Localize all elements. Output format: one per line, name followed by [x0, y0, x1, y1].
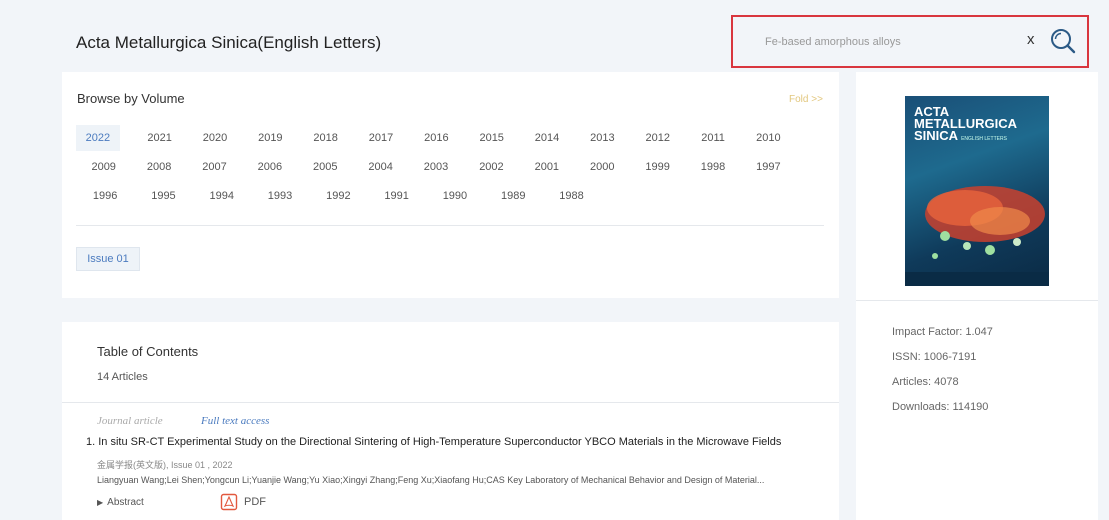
issn: ISSN: 1006-7191 — [892, 351, 977, 363]
articles-count: Articles: 4078 — [892, 376, 959, 388]
article-authors: Liangyuan Wang;Lei Shen;Yongcun Li;Yuanj… — [97, 475, 765, 485]
year-link-1995[interactable]: 1995 — [134, 183, 192, 209]
year-link-1991[interactable]: 1991 — [367, 183, 425, 209]
browse-by-volume-panel: Browse by Volume Fold >> 2022 2021 2020 … — [62, 72, 839, 298]
year-link-2002[interactable]: 2002 — [464, 154, 519, 180]
downloads-count: Downloads: 114190 — [892, 401, 989, 413]
abstract-label: Abstract — [107, 497, 144, 508]
pdf-label: PDF — [244, 496, 266, 508]
year-link-2006[interactable]: 2006 — [242, 154, 297, 180]
caret-right-icon: ▶ — [97, 498, 104, 507]
year-row: 2009 2008 2007 2006 2005 2004 2003 2002 … — [76, 154, 796, 183]
year-link-1993[interactable]: 1993 — [251, 183, 309, 209]
cover-title-word: SINICA — [914, 128, 959, 143]
year-link-2011[interactable]: 2011 — [685, 125, 740, 151]
year-link-2004[interactable]: 2004 — [353, 154, 408, 180]
fold-link[interactable]: Fold >> — [789, 94, 823, 105]
year-link-2005[interactable]: 2005 — [298, 154, 353, 180]
year-link-1994[interactable]: 1994 — [193, 183, 251, 209]
full-text-access-link[interactable]: Full text access — [201, 415, 269, 427]
year-link-2016[interactable]: 2016 — [409, 125, 464, 151]
issue-01-button[interactable]: Issue 01 — [76, 247, 140, 271]
year-link-2013[interactable]: 2013 — [575, 125, 630, 151]
year-link-2009[interactable]: 2009 — [76, 154, 131, 180]
year-link-1992[interactable]: 1992 — [309, 183, 367, 209]
clear-search-button[interactable]: x — [1027, 31, 1035, 48]
cover-subtitle: ENGLISH LETTERS — [961, 136, 1007, 142]
article-title-link[interactable]: 1. In situ SR-CT Experimental Study on t… — [86, 436, 781, 448]
toc-article-count: 14 Articles — [97, 371, 148, 383]
pdf-download-link[interactable]: PDF — [220, 492, 266, 512]
cover-title: ACTA METALLURGICA SINICA ENGLISH LETTERS — [914, 105, 1017, 145]
cover-footer-strip — [905, 272, 1049, 286]
year-link-1999[interactable]: 1999 — [630, 154, 685, 180]
year-link-2012[interactable]: 2012 — [630, 125, 685, 151]
year-link-1997[interactable]: 1997 — [741, 154, 796, 180]
browse-title: Browse by Volume — [77, 91, 185, 106]
year-link-2007[interactable]: 2007 — [187, 154, 242, 180]
year-link-2017[interactable]: 2017 — [353, 125, 408, 151]
year-link-2010[interactable]: 2010 — [741, 125, 796, 151]
year-link-2001[interactable]: 2001 — [519, 154, 574, 180]
year-link-2019[interactable]: 2019 — [243, 125, 298, 151]
divider — [62, 402, 839, 403]
article-type: Journal article — [97, 415, 163, 427]
year-link-2008[interactable]: 2008 — [131, 154, 186, 180]
year-link-1990[interactable]: 1990 — [426, 183, 484, 209]
year-link-2003[interactable]: 2003 — [408, 154, 463, 180]
year-link-2020[interactable]: 2020 — [187, 125, 242, 151]
article-source: 金属学报(英文版), Issue 01 , 2022 — [97, 460, 233, 470]
year-link-2018[interactable]: 2018 — [298, 125, 353, 151]
search-input[interactable]: Fe-based amorphous alloys — [765, 36, 901, 48]
journal-cover-image[interactable]: ACTA METALLURGICA SINICA ENGLISH LETTERS — [905, 96, 1049, 286]
year-link-1998[interactable]: 1998 — [685, 154, 740, 180]
year-row: 1996 1995 1994 1993 1992 1991 1990 1989 … — [76, 183, 796, 212]
impact-factor: Impact Factor: 1.047 — [892, 326, 993, 338]
year-link-2015[interactable]: 2015 — [464, 125, 519, 151]
year-link-2000[interactable]: 2000 — [575, 154, 630, 180]
year-link-1996[interactable]: 1996 — [76, 183, 134, 209]
divider — [76, 225, 824, 226]
abstract-toggle[interactable]: ▶ Abstract — [97, 497, 144, 508]
year-link-1989[interactable]: 1989 — [484, 183, 542, 209]
divider — [856, 300, 1098, 301]
pdf-icon — [220, 493, 238, 511]
year-link-2014[interactable]: 2014 — [519, 125, 574, 151]
table-of-contents-panel: Table of Contents 14 Articles Journal ar… — [62, 322, 839, 520]
year-link-2021[interactable]: 2021 — [132, 125, 187, 151]
year-row: 2022 2021 2020 2019 2018 2017 2016 2015 … — [76, 125, 796, 154]
journal-sidebar: ACTA METALLURGICA SINICA ENGLISH LETTERS … — [856, 72, 1098, 520]
year-link-1988[interactable]: 1988 — [542, 183, 600, 209]
journal-title: Acta Metallurgica Sinica(English Letters… — [76, 33, 382, 52]
toc-title: Table of Contents — [97, 344, 199, 359]
search-box[interactable]: Fe-based amorphous alloys x — [731, 15, 1089, 68]
year-grid: 2022 2021 2020 2019 2018 2017 2016 2015 … — [76, 125, 796, 212]
search-icon[interactable] — [1050, 28, 1076, 54]
year-link-2022[interactable]: 2022 — [76, 125, 120, 151]
cover-title-line: SINICA ENGLISH LETTERS — [914, 128, 1017, 145]
